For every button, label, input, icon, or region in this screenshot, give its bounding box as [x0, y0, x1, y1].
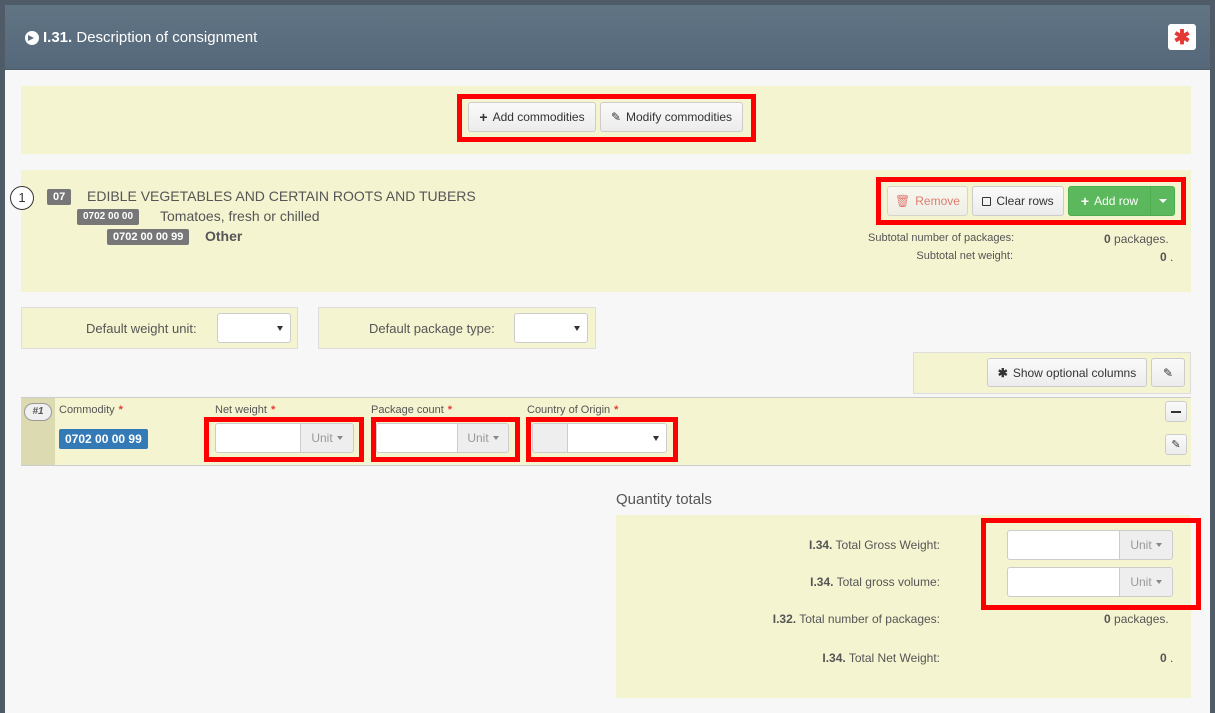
- trash-icon: 🗑: [895, 194, 911, 208]
- checkbox-icon: [982, 196, 992, 206]
- package-count-column-header: Package count *: [371, 404, 453, 416]
- subtotal-weight-value: 0 .: [1160, 250, 1174, 264]
- gross-volume-unit-dropdown[interactable]: Unit: [1119, 567, 1173, 597]
- total-packages-label: I.32. Total number of packages:: [772, 612, 940, 626]
- default-weight-label: Default weight unit:: [86, 321, 197, 336]
- required-asterisk-icon: ✱: [1168, 24, 1196, 50]
- plus-icon: +: [1080, 193, 1090, 209]
- subtotal-packages-value: 0 packages.: [1104, 232, 1169, 246]
- chapter-name: EDIBLE VEGETABLES AND CERTAIN ROOTS AND …: [87, 188, 476, 204]
- heading-code-badge: 0702 00 00: [77, 209, 140, 225]
- default-package-select[interactable]: [514, 313, 588, 343]
- edit-columns-button[interactable]: ✎: [1151, 358, 1185, 387]
- caret-down-icon: [336, 436, 343, 440]
- main-frame: I.31. Description of consignment ✱ + Add…: [5, 5, 1210, 713]
- plus-icon: +: [479, 109, 488, 125]
- edit-row-button[interactable]: ✎: [1165, 434, 1187, 455]
- edit-icon: ✎: [1162, 365, 1174, 380]
- commodity-index-badge: 1: [10, 186, 34, 210]
- total-packages-value: 0 packages.: [1104, 612, 1169, 626]
- heading-name: Tomatoes, fresh or chilled: [160, 208, 320, 224]
- caret-down-icon: [1155, 580, 1162, 584]
- add-commodities-button[interactable]: + Add commodities: [468, 102, 596, 132]
- package-type-dropdown[interactable]: Unit: [457, 423, 509, 453]
- show-optional-columns-button[interactable]: ✱ Show optional columns: [987, 358, 1147, 387]
- total-gross-volume-label: I.34. Total gross volume:: [810, 575, 940, 589]
- package-count-input[interactable]: [376, 423, 458, 453]
- total-gross-volume-input[interactable]: [1007, 567, 1120, 597]
- total-gross-weight-input[interactable]: [1007, 530, 1120, 560]
- total-gross-weight-label: I.34. Total Gross Weight:: [809, 538, 940, 552]
- section-header: I.31. Description of consignment ✱: [5, 5, 1210, 70]
- caret-down-icon: [1155, 543, 1162, 547]
- caret-down-icon: [492, 436, 499, 440]
- add-row-button[interactable]: + Add row: [1068, 186, 1151, 216]
- commodity-column-header: Commodity *: [59, 404, 123, 416]
- chevron-right-icon: [25, 31, 39, 45]
- caret-down-icon: [653, 436, 659, 441]
- minus-icon: [1171, 410, 1181, 413]
- remove-button[interactable]: 🗑 Remove: [887, 186, 968, 216]
- gross-weight-unit-dropdown[interactable]: Unit: [1119, 530, 1173, 560]
- clear-rows-button[interactable]: Clear rows: [972, 186, 1064, 216]
- country-column-header: Country of Origin *: [527, 404, 619, 416]
- add-row-dropdown-button[interactable]: [1150, 186, 1175, 216]
- country-of-origin-select[interactable]: [567, 423, 667, 453]
- section-title: I.31. Description of consignment: [43, 29, 258, 46]
- commodity-code-badge: 0702 00 00 99: [59, 429, 148, 449]
- caret-down-icon: [277, 326, 283, 331]
- row-number-badge: #1: [24, 403, 52, 421]
- total-net-weight-value: 0 .: [1160, 651, 1174, 665]
- total-net-weight-label: I.34. Total Net Weight:: [822, 651, 940, 665]
- chapter-code-badge: 07: [47, 189, 72, 205]
- net-weight-input[interactable]: [215, 423, 301, 453]
- pencil-icon: ✎: [1171, 439, 1181, 451]
- subtotal-weight-label: Subtotal net weight:: [916, 250, 1013, 262]
- subtotal-packages-label: Subtotal number of packages:: [868, 232, 1015, 244]
- subheading-name: Other: [205, 228, 243, 244]
- remove-row-button[interactable]: [1165, 401, 1187, 422]
- default-weight-select[interactable]: [217, 313, 291, 343]
- quantity-totals-title: Quantity totals: [616, 491, 712, 508]
- asterisk-icon: ✱: [997, 365, 1008, 380]
- modify-commodities-button[interactable]: ✎ Modify commodities: [600, 102, 743, 132]
- net-weight-unit-dropdown[interactable]: Unit: [300, 423, 354, 453]
- net-weight-column-header: Net weight *: [215, 404, 276, 416]
- pencil-icon: ✎: [610, 110, 622, 124]
- subheading-code-badge: 0702 00 00 99: [107, 229, 190, 245]
- caret-down-icon: [574, 326, 580, 331]
- country-flag-addon: [532, 423, 568, 453]
- caret-down-icon: [1158, 199, 1167, 203]
- default-package-label: Default package type:: [369, 321, 495, 336]
